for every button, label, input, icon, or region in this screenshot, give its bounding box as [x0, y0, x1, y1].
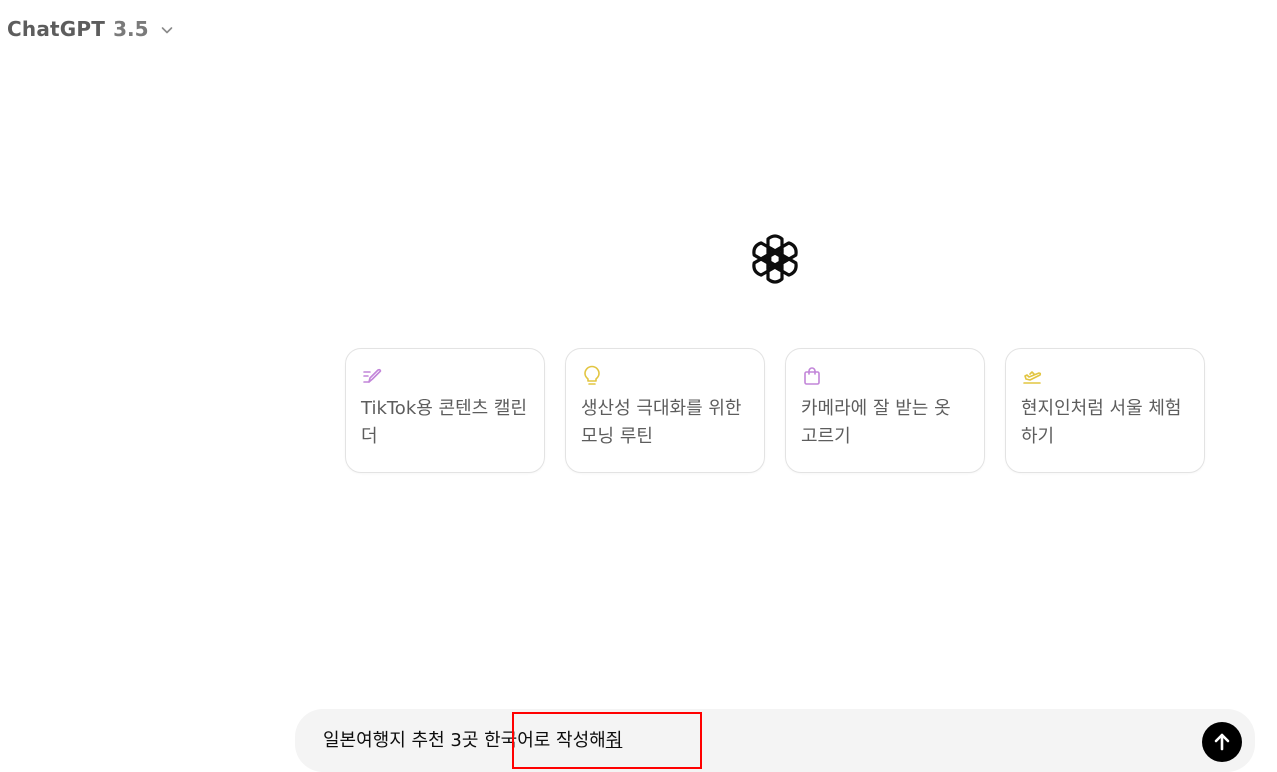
model-selector[interactable]: ChatGPT 3.5	[7, 14, 175, 44]
suggestion-cards: TikTok용 콘텐츠 캘린더 생산성 극대화를 위한 모닝 루틴 카메라에 잘…	[345, 348, 1205, 473]
composing-char: 줘	[605, 730, 623, 751]
openai-logo-icon	[752, 234, 798, 284]
airplane-icon	[1023, 371, 1042, 384]
suggestion-text: 카메라에 잘 받는 옷 고르기	[801, 398, 951, 447]
suggestion-card-tiktok[interactable]: TikTok용 콘텐츠 캘린더	[345, 348, 545, 473]
send-button[interactable]	[1202, 722, 1242, 762]
pen-icon	[363, 368, 382, 383]
chat-page: ChatGPT 3.5 TikTok용 콘텐츠 캘린더 생산성 극대화를 위한 …	[0, 0, 1277, 772]
model-name: ChatGPT	[7, 17, 106, 41]
suggestion-text: TikTok용 콘텐츠 캘린더	[361, 398, 528, 447]
suggestion-text: 생산성 극대화를 위한 모닝 루틴	[581, 398, 742, 447]
shopping-bag-icon	[804, 367, 820, 385]
lightbulb-icon	[584, 365, 600, 385]
input-text: 일본여행지 추천 3곳 한국어로 작성해	[323, 730, 606, 751]
chevron-down-icon	[161, 27, 172, 34]
message-composer[interactable]: 일본여행지 추천 3곳 한국어로 작성해줘	[295, 709, 1255, 772]
suggestion-card-seoul-local[interactable]: 현지인처럼 서울 체험하기	[1005, 348, 1205, 473]
suggestion-text: 현지인처럼 서울 체험하기	[1021, 398, 1182, 447]
message-input[interactable]: 일본여행지 추천 3곳 한국어로 작성해줘	[323, 727, 622, 755]
arrow-up-icon	[1214, 733, 1230, 751]
suggestion-card-morning-routine[interactable]: 생산성 극대화를 위한 모닝 루틴	[565, 348, 765, 473]
suggestion-card-camera-outfit[interactable]: 카메라에 잘 받는 옷 고르기	[785, 348, 985, 473]
model-version: 3.5	[113, 17, 149, 41]
